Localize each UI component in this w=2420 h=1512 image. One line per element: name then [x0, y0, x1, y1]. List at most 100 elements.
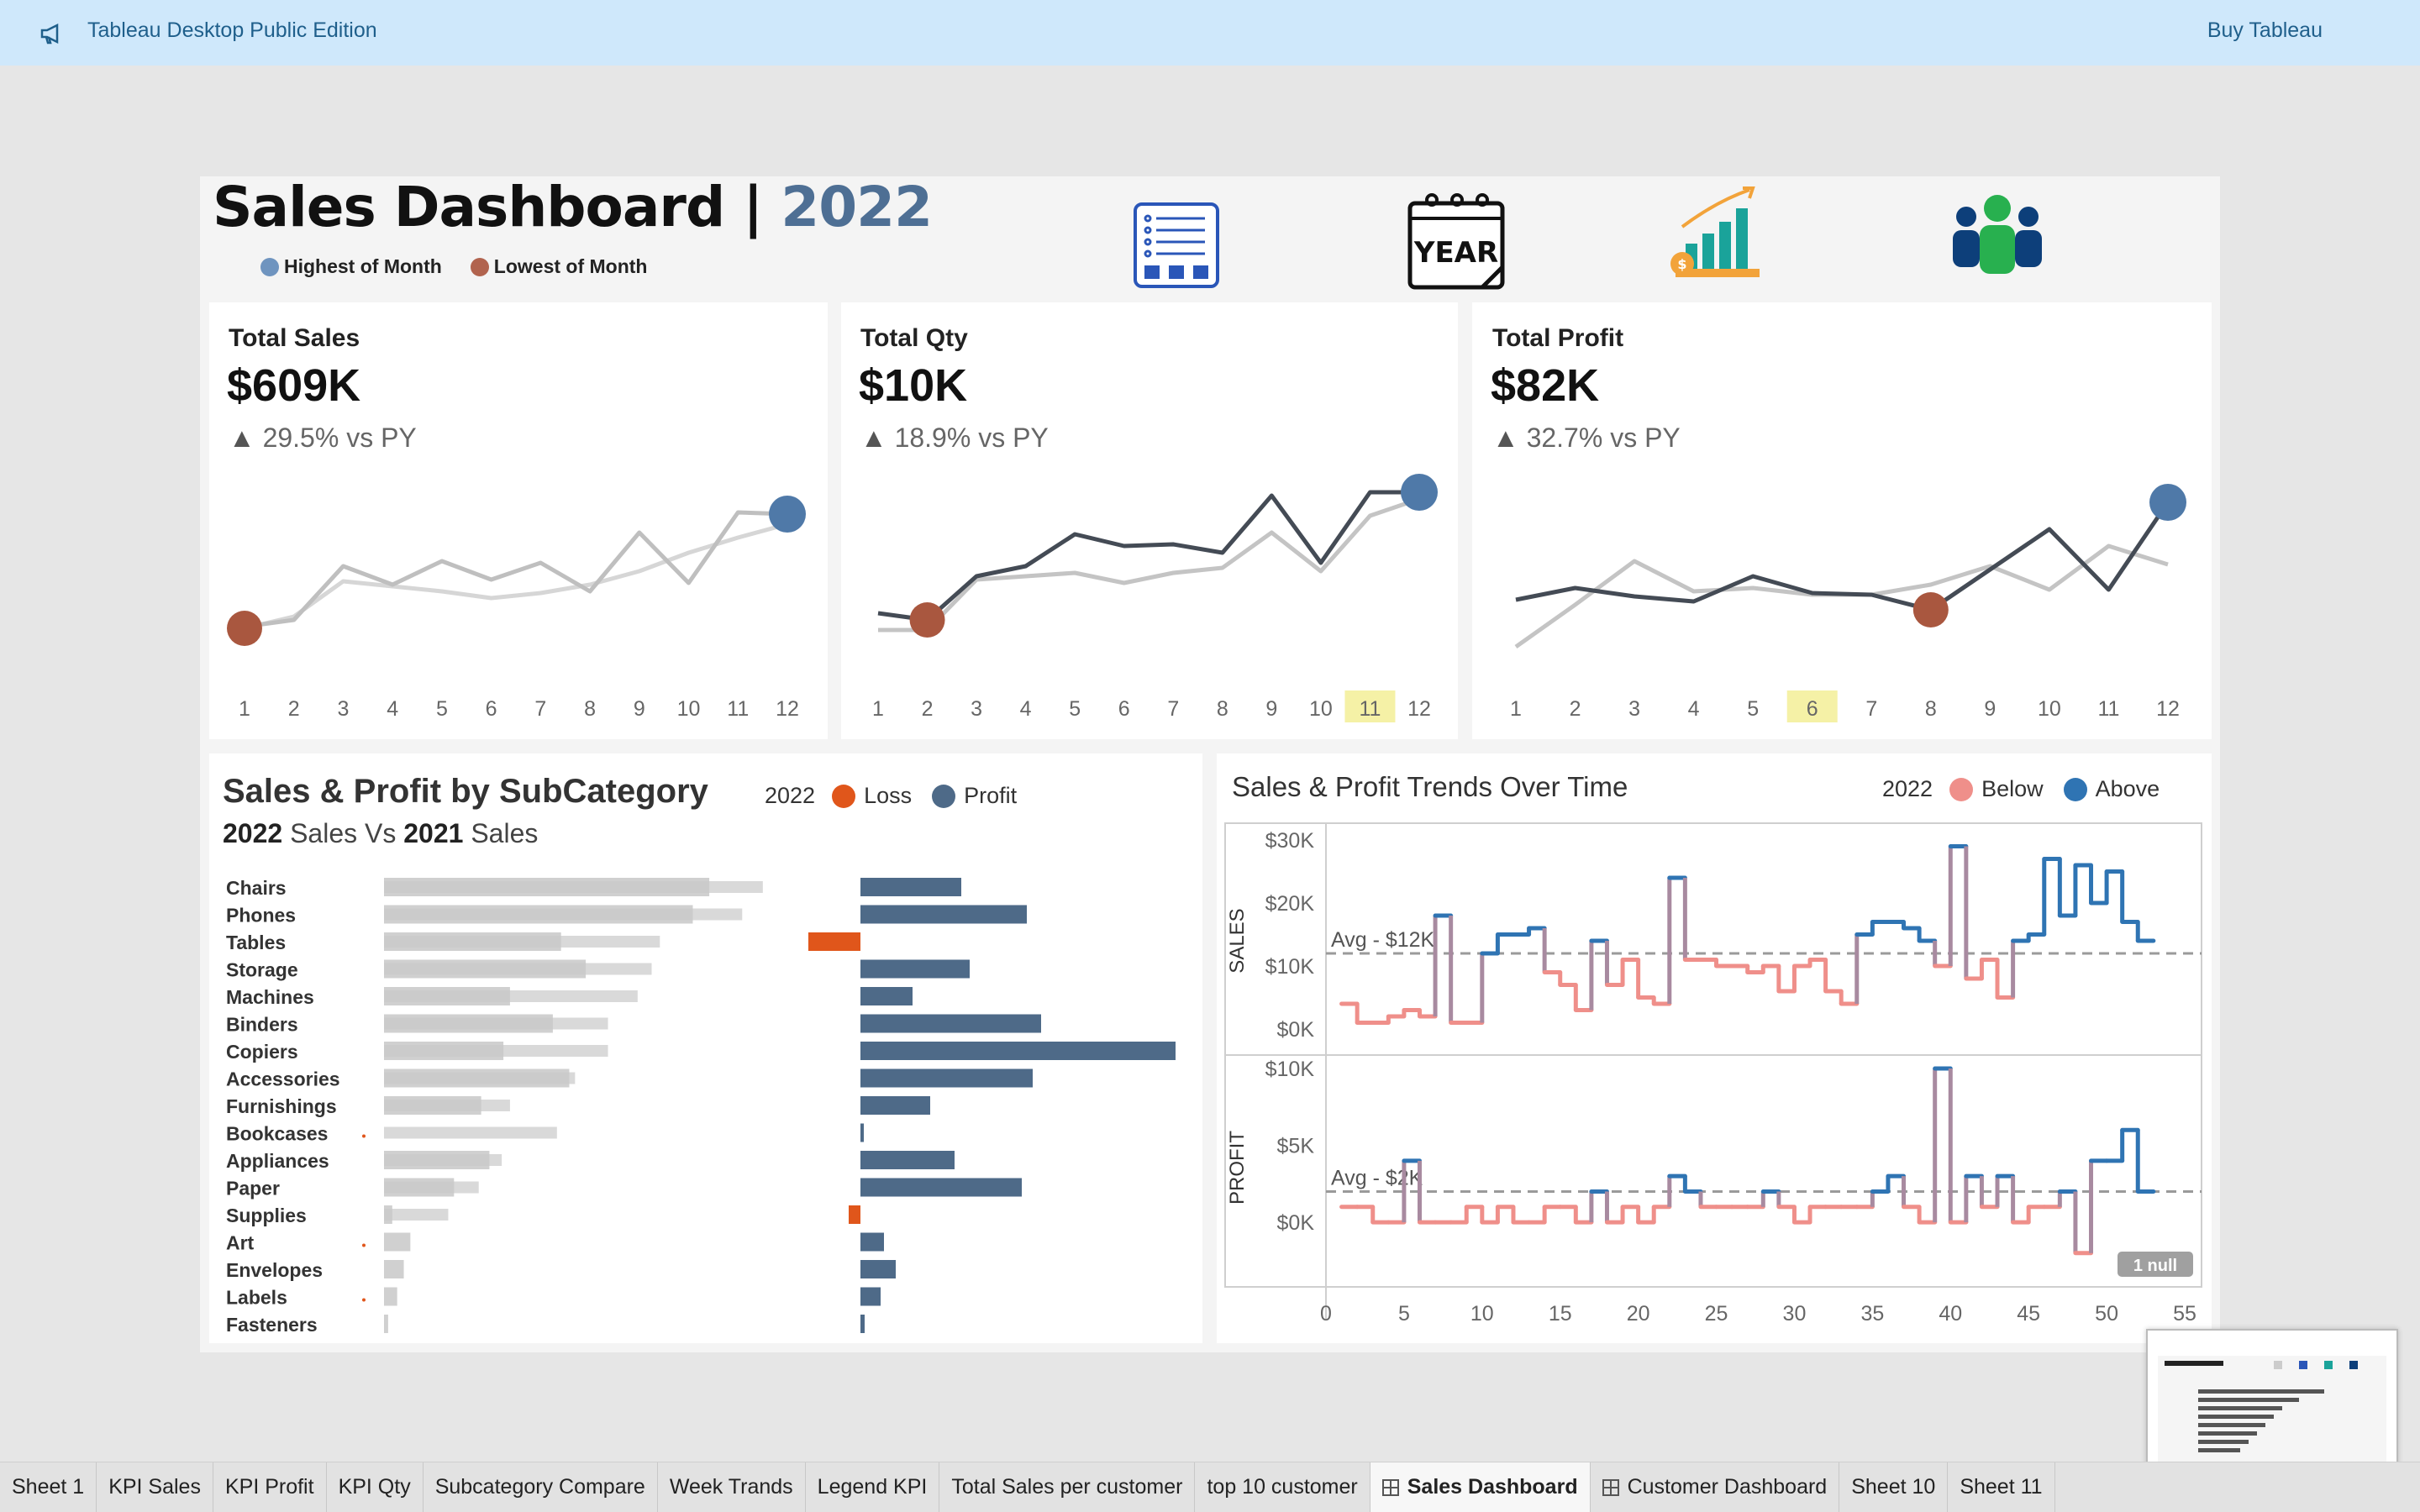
subtitle-year-b: 2021 [403, 818, 464, 848]
x-tick-label: 35 [1860, 1302, 1884, 1326]
profit-bar [860, 1096, 930, 1115]
x-tick-label: 40 [1939, 1302, 1962, 1326]
profit-tick-label: $0K [1277, 1211, 1315, 1235]
series-line [877, 490, 1419, 622]
subcategory-label: Fasteners [226, 1314, 318, 1336]
x-tick-label: 1 [1510, 697, 1522, 721]
kpi-profit-chart[interactable]: 1 2 3 4 5 6 7 8 9 10 11 12 [1472, 470, 2212, 739]
null-badge-text: 1 null [2133, 1257, 2177, 1275]
subcategory-label: Art [226, 1232, 255, 1254]
up-triangle-icon: ▲ [229, 423, 255, 453]
sales-2022-bar [384, 1232, 411, 1252]
sheet-tab-label: KPI Sales [108, 1475, 201, 1499]
sales-2021-bar [384, 1126, 557, 1139]
highest-dot [260, 257, 279, 276]
sales-tick-label: $30K [1265, 829, 1315, 853]
subcategory-label: Envelopes [226, 1259, 323, 1281]
kpi-qty-chart[interactable]: 1 2 3 4 5 6 7 8 9 10 11 12 [841, 470, 1458, 739]
app-title: Tableau Desktop Public Edition [87, 18, 377, 42]
title-text: Sales Dashboard | [213, 175, 781, 239]
sales-2022-bar [384, 932, 561, 951]
legend-profit-label: Profit [964, 783, 1018, 808]
customers-icon[interactable] [1949, 192, 2045, 279]
kpi-qty-delta: ▲ 18.9% vs PY [860, 423, 1049, 454]
year-calendar-icon[interactable]: YEAR [1405, 190, 1509, 294]
sales-2022-bar [384, 1096, 481, 1115]
megaphone-icon [40, 23, 59, 45]
sheet-tab[interactable]: Total Sales per customer [939, 1462, 1196, 1512]
growth-chart-icon[interactable]: $ [1665, 185, 1761, 279]
trends-legend: 2022 Below Above [1882, 776, 2160, 802]
profit-bar [860, 1315, 865, 1333]
profit-bar [860, 1178, 1022, 1197]
buy-tableau-link[interactable]: Buy Tableau [2207, 18, 2323, 43]
x-tick-label: 9 [634, 697, 645, 721]
legend-above-label: Above [2095, 776, 2160, 801]
subcategory-label: Tables [226, 932, 286, 953]
sheet-tab-label: Legend KPI [817, 1475, 928, 1499]
sheet-tab[interactable]: Customer Dashboard [1591, 1462, 1840, 1512]
profit-bar [860, 1232, 884, 1252]
sales-2022-bar [384, 1178, 455, 1197]
sales-2022-bar [384, 1151, 490, 1169]
x-tick-label: 9 [1265, 697, 1277, 721]
sales-2022-bar [384, 1205, 392, 1224]
kpi-qty-label: Total Qty [860, 324, 968, 352]
sales-2022-bar [384, 1260, 404, 1278]
subcategory-bar-chart[interactable]: Chairs Phones Tables Storage Machines Binders… [209, 865, 1202, 1343]
sheet-tab[interactable]: Sheet 10 [1839, 1462, 1949, 1512]
kpi-sales-chart[interactable]: 1 2 3 4 5 6 7 8 9 10 11 12 [209, 470, 828, 739]
x-tick-label: 11 [1359, 697, 1381, 721]
sheet-tab[interactable]: Week Trands [658, 1462, 806, 1512]
x-tick-label: 8 [1217, 697, 1228, 721]
up-triangle-icon: ▲ [1492, 423, 1519, 453]
subcategory-label: Phones [226, 905, 296, 927]
highlight-legend: Highest of Month Lowest of Month [260, 255, 647, 278]
x-tick-label: 15 [1549, 1302, 1572, 1326]
checklist-icon[interactable] [1133, 202, 1220, 289]
trends-legend-year: 2022 [1882, 776, 1933, 801]
sheet-tab[interactable]: KPI Qty [327, 1462, 424, 1512]
sheet-tab-label: Customer Dashboard [1627, 1475, 1828, 1499]
sheet-tab[interactable]: top 10 customer [1195, 1462, 1370, 1512]
profit-bar [860, 1151, 955, 1169]
x-tick-label: 2 [288, 697, 300, 721]
dashboard-grid-icon [1381, 1478, 1399, 1496]
kpi-sales-label: Total Sales [229, 324, 360, 352]
x-tick-label: 11 [727, 697, 749, 721]
x-tick-label: 7 [534, 697, 546, 721]
subcategory-label: Machines [226, 986, 314, 1008]
profit-bar [860, 1068, 1033, 1088]
kpi-sales-delta: ▲ 29.5% vs PY [229, 423, 417, 454]
svg-text:$: $ [1677, 256, 1686, 272]
loss-bar [808, 932, 860, 951]
x-tick-label: 1 [239, 697, 250, 721]
trends-title: Sales & Profit Trends Over Time [1232, 771, 1628, 802]
x-tick-label: 3 [971, 697, 982, 721]
subcategory-legend-year: 2022 [765, 783, 816, 808]
subcategory-subtitle: 2022 Sales Vs 2021 Sales [223, 818, 538, 849]
sheet-tab-label: Sheet 10 [1851, 1475, 1936, 1499]
profit-bar [860, 1042, 1176, 1060]
sheet-tab[interactable]: KPI Profit [213, 1462, 327, 1512]
subcategory-label: Appliances [226, 1150, 329, 1172]
loss-marker [362, 1243, 366, 1247]
subcategory-label: Furnishings [226, 1095, 337, 1117]
sales-tick-label: $20K [1265, 892, 1315, 916]
x-tick-label: 10 [1309, 697, 1333, 721]
highest-month-dot [1401, 474, 1438, 511]
profit-bar [860, 1260, 896, 1278]
x-tick-label: 20 [1627, 1302, 1650, 1326]
sheet-tab[interactable]: Sheet 11 [1948, 1462, 2055, 1512]
kpi-qty-delta-text: 18.9% vs PY [894, 423, 1049, 453]
sheet-tab[interactable]: Sheet 1 [0, 1462, 97, 1512]
subtitle-year-a: 2022 [223, 818, 283, 848]
x-tick-label: 7 [1167, 697, 1179, 721]
sheet-tab[interactable]: Subcategory Compare [424, 1462, 658, 1512]
sheet-tab[interactable]: Legend KPI [806, 1462, 940, 1512]
sheet-tab[interactable]: KPI Sales [97, 1462, 213, 1512]
sheet-tab[interactable]: Sales Dashboard [1370, 1462, 1591, 1512]
trends-chart[interactable]: SALES PROFIT $30K $20K $10K $0K $10K $5K $0K 0 5 10… [1217, 815, 2212, 1343]
profit-bar [860, 1287, 881, 1306]
above-dot [2063, 777, 2087, 801]
